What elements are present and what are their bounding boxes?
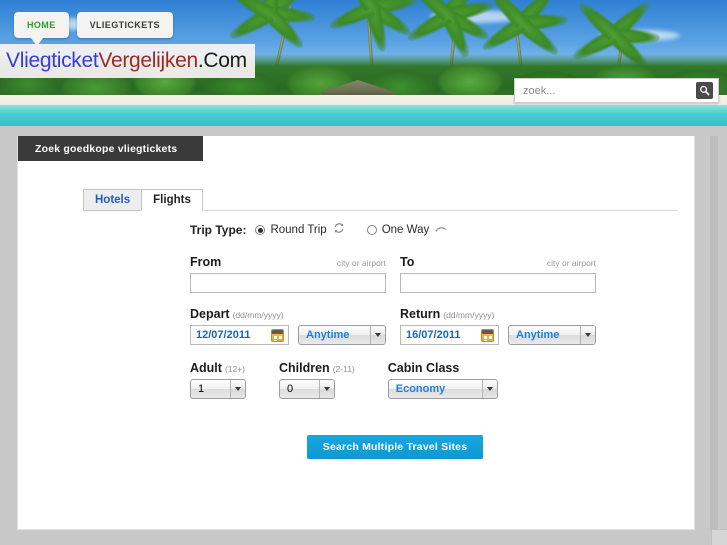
from-field-group: From city or airport — [190, 255, 386, 293]
adult-select[interactable]: 1 — [190, 379, 246, 399]
logo-part-vliegticket: Vliegticket — [6, 49, 99, 72]
to-field-group: To city or airport — [400, 255, 596, 293]
children-field-header: Children (2-11) — [279, 361, 355, 375]
return-label: Return (dd/mm/yyyy) — [400, 307, 494, 321]
top-navigation: HOME VLIEGTICKETS — [14, 12, 173, 46]
search-button[interactable]: Search Multiple Travel Sites — [307, 435, 483, 459]
trip-type-round-trip-label: Round Trip — [270, 224, 327, 236]
page-frame: Zoek goedkope vliegtickets Hotels Flight… — [0, 126, 727, 545]
adult-label: Adult (12+) — [190, 361, 245, 375]
site-search-box[interactable] — [514, 78, 719, 103]
lagoon-water — [0, 105, 727, 126]
cabin-class-field-header: Cabin Class — [388, 361, 498, 375]
tab-hotels[interactable]: Hotels — [83, 189, 143, 211]
cabin-class-select[interactable]: Economy — [387, 379, 498, 399]
return-controls: Anytime — [400, 325, 596, 345]
return-date-field[interactable] — [400, 325, 499, 345]
return-field-header: Return (dd/mm/yyyy) — [400, 307, 596, 321]
site-logo[interactable]: Vliegticket Vergelijken .Com — [0, 44, 255, 78]
children-label: Children (2-11) — [279, 361, 355, 375]
origin-destination-row: From city or airport To city or airport — [190, 255, 650, 293]
content-card: Zoek goedkope vliegtickets Hotels Flight… — [17, 136, 695, 530]
chevron-down-icon[interactable] — [370, 326, 385, 344]
children-value: 0 — [287, 383, 294, 395]
from-hint: city or airport — [336, 258, 386, 268]
right-rail — [710, 136, 718, 530]
children-sub: (2-11) — [332, 364, 355, 374]
logo-part-vergelijken: Vergelijken — [98, 49, 198, 72]
passengers-row: Adult (12+) 1 Children (2-11) 0 Cabin Cl… — [190, 361, 650, 399]
adult-label-text: Adult — [190, 361, 222, 375]
form-tabs: Hotels Flights — [83, 189, 203, 211]
page-root: HOME VLIEGTICKETS Vliegticket Vergelijken… — [0, 0, 727, 545]
to-label: To — [400, 255, 415, 269]
adult-value: 1 — [198, 383, 205, 395]
site-search-input[interactable] — [515, 79, 696, 102]
tab-flights[interactable]: Flights — [141, 189, 203, 211]
return-label-text: Return — [400, 307, 441, 321]
radio-one-way[interactable] — [366, 225, 377, 235]
depart-controls: Anytime — [190, 325, 386, 345]
round-trip-icon — [333, 221, 345, 239]
children-label-text: Children — [279, 361, 330, 375]
search-icon[interactable] — [696, 82, 713, 99]
return-format: (dd/mm/yyyy) — [443, 310, 495, 320]
chevron-down-icon[interactable] — [319, 380, 334, 398]
trip-type-round-trip[interactable]: Round Trip — [255, 221, 344, 239]
depart-label: Depart (dd/mm/yyyy) — [190, 307, 284, 321]
to-field-header: To city or airport — [400, 255, 596, 269]
depart-date-field[interactable] — [190, 325, 289, 345]
logo-part-com: .Com — [197, 49, 247, 72]
return-field-group: Return(dd/mm/yyyy) Anytime — [400, 307, 596, 345]
depart-time-select[interactable]: Anytime — [298, 325, 386, 345]
adult-field-group: Adult (12+) 1 — [190, 361, 246, 399]
cabin-class-label: Cabin Class — [387, 361, 460, 375]
section-ribbon-title: Zoek goedkope vliegtickets — [35, 142, 178, 155]
adult-field-header: Adult (12+) — [190, 361, 246, 375]
return-time-select[interactable]: Anytime — [508, 325, 596, 345]
from-input[interactable] — [190, 273, 386, 293]
depart-label-text: Depart — [190, 307, 230, 321]
return-date-input[interactable] — [401, 326, 473, 344]
nav-tab-home-label: HOME — [27, 20, 56, 30]
resize-grip[interactable] — [711, 529, 727, 545]
chevron-down-icon[interactable] — [230, 380, 245, 398]
chevron-down-icon[interactable] — [481, 380, 497, 398]
cabin-class-value: Economy — [395, 383, 446, 395]
to-hint: city or airport — [546, 258, 596, 268]
from-label: From — [190, 255, 222, 269]
calendar-icon[interactable] — [271, 329, 284, 342]
depart-format: (dd/mm/yyyy) — [232, 310, 284, 320]
trip-type-row: Trip Type: Round Trip One Way — [190, 220, 650, 240]
adult-sub: (12+) — [224, 364, 246, 374]
trip-type-label: Trip Type: — [190, 223, 247, 237]
to-input[interactable] — [400, 273, 596, 293]
return-time-value: Anytime — [516, 329, 560, 341]
nav-tab-vliegtickets[interactable]: VLIEGTICKETS — [76, 12, 173, 38]
chevron-down-icon[interactable] — [580, 326, 595, 344]
tab-flights-label: Flights — [153, 194, 191, 206]
radio-round-trip[interactable] — [255, 225, 266, 235]
calendar-icon[interactable] — [481, 329, 494, 342]
tab-hotels-label: Hotels — [95, 194, 131, 206]
children-field-group: Children (2-11) 0 — [279, 361, 355, 399]
children-select[interactable]: 0 — [279, 379, 335, 399]
one-way-icon — [435, 221, 447, 239]
section-ribbon: Zoek goedkope vliegtickets — [18, 136, 204, 161]
nav-tab-vliegtickets-label: VLIEGTICKETS — [89, 20, 160, 30]
flight-search-form: Trip Type: Round Trip One Way From city … — [190, 220, 650, 459]
cabin-class-field-group: Cabin Class Economy — [387, 361, 498, 399]
depart-date-input[interactable] — [191, 326, 263, 344]
from-field-header: From city or airport — [190, 255, 386, 269]
depart-time-value: Anytime — [306, 329, 350, 341]
trip-type-one-way-label: One Way — [381, 224, 430, 236]
depart-field-group: Depart(dd/mm/yyyy) Anytime — [190, 307, 386, 345]
dates-row: Depart(dd/mm/yyyy) Anytime — [190, 307, 650, 345]
nav-tab-home[interactable]: HOME — [14, 12, 69, 46]
trip-type-one-way[interactable]: One Way — [366, 221, 448, 239]
depart-field-header: Depart (dd/mm/yyyy) — [190, 307, 386, 321]
